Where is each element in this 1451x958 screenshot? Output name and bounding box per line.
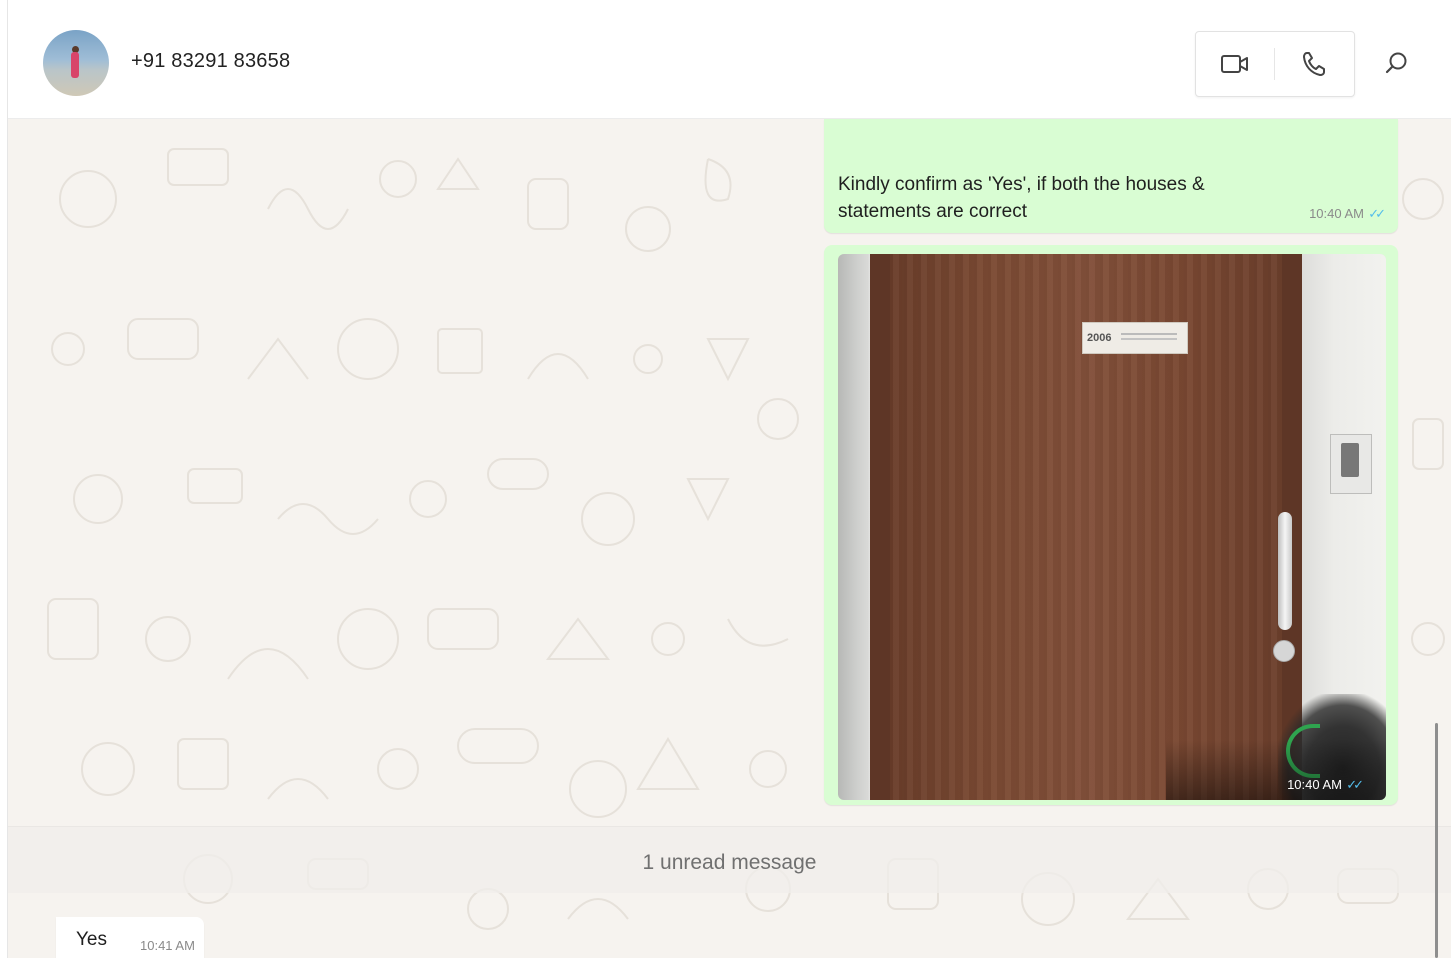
- voice-call-icon: [1303, 52, 1325, 76]
- nameplate-lines: [1121, 333, 1177, 335]
- call-button-group: [1195, 31, 1355, 97]
- contact-name[interactable]: +91 83291 83658: [131, 50, 290, 73]
- sidebar-edge: [0, 0, 8, 958]
- outgoing-message-bubble[interactable]: Kindly confirm as 'Yes', if both the hou…: [824, 119, 1398, 233]
- call-group-divider: [1274, 48, 1275, 80]
- incoming-message-bubble[interactable]: Yes 10:41 AM: [56, 917, 204, 958]
- chat-area[interactable]: Kindly confirm as 'Yes', if both the hou…: [8, 119, 1451, 958]
- search-button[interactable]: [1375, 41, 1419, 85]
- door-handle: [1278, 512, 1292, 630]
- chat-scrollbar[interactable]: [1435, 723, 1438, 958]
- door-photo[interactable]: 2006 10:40 AM ✓✓: [838, 254, 1386, 800]
- video-call-button[interactable]: [1213, 42, 1257, 86]
- wall-switch: [1330, 434, 1372, 494]
- avatar-figure-body: [71, 52, 79, 78]
- read-receipt-icon: ✓✓: [1368, 206, 1386, 221]
- door-nameplate: 2006: [1082, 322, 1188, 354]
- video-call-icon: [1221, 55, 1248, 73]
- outgoing-message-time: 10:40 AM: [1309, 206, 1364, 221]
- image-message-time: 10:40 AM: [1287, 777, 1342, 792]
- door-keyhole: [1273, 640, 1295, 662]
- contact-avatar[interactable]: [43, 30, 109, 96]
- chat-header: +91 83291 83658: [8, 10, 1451, 119]
- incoming-message-text: Yes: [76, 929, 107, 950]
- incoming-message-time: 10:41 AM: [140, 938, 195, 953]
- photo-door: 2006: [890, 254, 1295, 800]
- unread-divider: 1 unread message: [8, 826, 1451, 893]
- voice-call-button[interactable]: [1292, 42, 1336, 86]
- nameplate-number: 2006: [1087, 332, 1112, 344]
- window-top-edge: [0, 0, 1451, 10]
- whatsapp-window: +91 83291 83658 Kindly confirm as 'Yes',…: [0, 0, 1451, 958]
- unread-divider-label: 1 unread message: [642, 851, 817, 874]
- outgoing-image-bubble[interactable]: 2006 10:40 AM ✓✓: [824, 245, 1398, 805]
- outgoing-message-text: Kindly confirm as 'Yes', if both the hou…: [838, 174, 1205, 222]
- image-read-receipt-icon: ✓✓: [1346, 777, 1364, 792]
- search-icon: [1385, 52, 1407, 74]
